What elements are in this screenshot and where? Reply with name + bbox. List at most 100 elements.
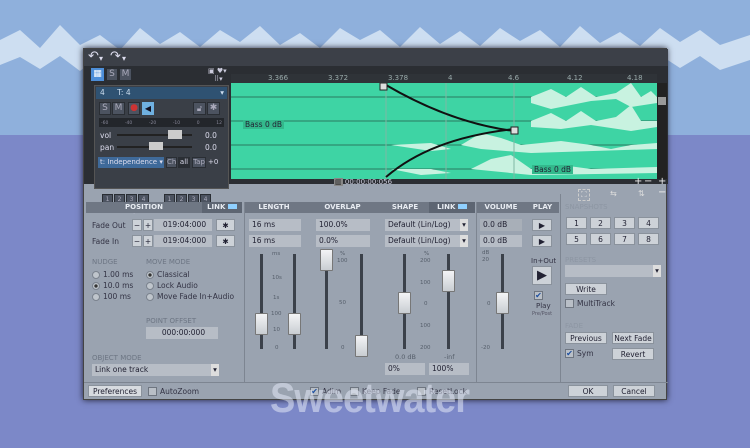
crossfade-waveform-view[interactable]: Bass 0 dB Bass 0 dB	[231, 82, 657, 179]
nudge-option[interactable]: 1.00 ms	[92, 269, 133, 280]
fade-in-plus-button[interactable]: +	[143, 235, 153, 247]
play-prepost-label: Pre/Post	[532, 311, 553, 317]
fade-out-shape-thumb[interactable]	[398, 292, 411, 314]
pan-value[interactable]: 0.0	[205, 143, 217, 152]
fade-out-minus-button[interactable]: −	[132, 219, 142, 231]
play-in-out-button[interactable]: ▶	[532, 266, 552, 285]
redo-icon[interactable]: ↷	[110, 49, 121, 65]
track-mode-dropdown[interactable]: t: Independence ▾	[98, 157, 164, 168]
mute-button[interactable]: M	[119, 68, 132, 81]
ok-button[interactable]: OK	[568, 385, 608, 397]
fade-out-plus-button[interactable]: +	[143, 219, 153, 231]
next-fade-button[interactable]: Next Fade	[612, 332, 654, 344]
tap-button[interactable]: Tap	[192, 157, 206, 168]
fade-in-snap-icon[interactable]: ✱	[216, 235, 235, 247]
snapshot-button-3[interactable]: 3	[614, 217, 635, 229]
fade-in-minus-button[interactable]: −	[132, 235, 142, 247]
grid-toggle-icon[interactable]: ▦	[91, 68, 104, 81]
sym-checkbox[interactable]: ✔ Sym	[565, 349, 594, 358]
fit-view-icon[interactable]: ⛶	[578, 189, 590, 201]
autozoom-checkbox[interactable]: AutoZoom	[148, 387, 199, 396]
pan-slider-thumb[interactable]	[149, 142, 163, 150]
overlap-in-thumb[interactable]	[355, 335, 368, 357]
fade-out-length-field[interactable]: 16 ms	[249, 219, 301, 231]
shape-in-percent-field[interactable]: 100%	[429, 363, 469, 375]
fade-out-position-field[interactable]: 019:04:000	[154, 219, 212, 231]
play-fade-out-button[interactable]: ▶	[532, 219, 552, 231]
nudge-option[interactable]: 100 ms	[92, 291, 133, 302]
fade-in-shape-dropdown[interactable]: Default (Lin/Log) ▾	[385, 235, 468, 247]
lock-icon[interactable]: ▣ ♥▾	[208, 67, 227, 75]
overlap-in-field[interactable]: 0.0%	[316, 235, 370, 247]
fade-in-volume-field[interactable]: 0.0 dB	[480, 235, 522, 247]
play-fade-in-button[interactable]: ▶	[532, 235, 552, 247]
multitrack-checkbox[interactable]: MultiTrack	[565, 299, 615, 308]
fade-in-length-thumb[interactable]	[288, 313, 301, 335]
fade-in-length-field[interactable]: 16 ms	[249, 235, 301, 247]
link-label: LINK	[207, 203, 226, 211]
move-mode-option[interactable]: Move Fade In+Audio	[146, 291, 234, 302]
all-button[interactable]: all	[178, 157, 190, 168]
divider	[560, 194, 561, 382]
shape-link-toggle[interactable]: LINK	[429, 202, 475, 213]
vol-slider-thumb[interactable]	[168, 130, 182, 139]
speaker-icon[interactable]: ◀	[142, 102, 154, 115]
fade-out-length-thumb[interactable]	[255, 313, 268, 335]
horizontal-fit-icon[interactable]: ⇆	[610, 189, 617, 198]
snapshot-button-2[interactable]: 2	[590, 217, 611, 229]
vertical-fit-icon[interactable]: ⇅	[638, 189, 645, 198]
write-preset-button[interactable]: Write	[565, 283, 607, 295]
overlap-out-thumb[interactable]	[320, 249, 333, 271]
fade-in-shape-thumb[interactable]	[442, 270, 455, 292]
ruler-tick: 3.366	[268, 74, 289, 82]
fade-out-snap-icon[interactable]: ✱	[216, 219, 235, 231]
track-solo-button[interactable]: S	[99, 102, 111, 115]
lock-icon[interactable]: 🔓︎	[193, 102, 206, 115]
play-prepost-checkbox[interactable]: ✔	[534, 291, 543, 300]
shape-out-percent-field[interactable]: 0%	[385, 363, 425, 375]
zoom-in-vertical-icon[interactable]: +	[658, 176, 666, 187]
revert-button[interactable]: Revert	[612, 348, 654, 360]
fade-out-volume-field[interactable]: 0.0 dB	[480, 219, 522, 231]
clip-label-right: Bass 0 dB	[532, 165, 574, 174]
solo-button[interactable]: S	[106, 68, 118, 81]
track-header[interactable]: 4 T: 4 ▾	[96, 87, 227, 99]
zoom-in-horizontal-icon[interactable]: +	[634, 176, 642, 187]
position-link-toggle[interactable]: LINK	[202, 202, 242, 213]
volume-thumb[interactable]	[496, 292, 509, 314]
fade-in-shape-slider[interactable]	[447, 254, 450, 349]
grid-menu-icon[interactable]: ⠿▾	[214, 75, 223, 83]
vertical-scrollbar[interactable]	[657, 83, 667, 179]
zoom-out-vertical-icon[interactable]: −	[658, 187, 666, 198]
overlap-out-field[interactable]: 100.0%	[316, 219, 370, 231]
move-mode-option[interactable]: Lock Audio	[146, 280, 234, 291]
undo-dropdown-icon[interactable]: ▾	[99, 51, 103, 67]
record-icon[interactable]: ●	[128, 102, 140, 115]
preferences-button[interactable]: Preferences	[88, 385, 142, 397]
ruler-tick: 4.12	[567, 74, 583, 82]
point-offset-field[interactable]: 000:00:000	[146, 327, 218, 339]
snapshot-button-5[interactable]: 5	[566, 233, 587, 245]
object-mode-dropdown[interactable]: Link one track ▾	[92, 364, 219, 376]
track-mute-button[interactable]: M	[112, 102, 125, 115]
previous-fade-button[interactable]: Previous	[565, 332, 607, 344]
nudge-option[interactable]: 10.0 ms	[92, 280, 133, 291]
presets-dropdown[interactable]: ▾	[565, 265, 661, 277]
zoom-out-horizontal-icon[interactable]: −	[644, 176, 652, 187]
fade-out-shape-dropdown[interactable]: Default (Lin/Log) ▾	[385, 219, 468, 231]
cancel-button[interactable]: Cancel	[613, 385, 655, 397]
length-header: LENGTH	[244, 202, 304, 213]
snapshot-button-1[interactable]: 1	[566, 217, 587, 229]
snapshot-button-8[interactable]: 8	[638, 233, 659, 245]
vol-value[interactable]: 0.0	[205, 131, 217, 140]
move-mode-option[interactable]: Classical	[146, 269, 234, 280]
snapshot-button-6[interactable]: 6	[590, 233, 611, 245]
snapshot-button-7[interactable]: 7	[614, 233, 635, 245]
channel-button[interactable]: Ch	[166, 157, 177, 168]
snapshot-button-4[interactable]: 4	[638, 217, 659, 229]
redo-dropdown-icon[interactable]: ▾	[122, 51, 126, 67]
fx-star-icon[interactable]: ✱	[207, 102, 220, 115]
undo-icon[interactable]: ↶	[88, 49, 99, 65]
fade-in-position-field[interactable]: 019:04:000	[154, 235, 212, 247]
chevron-down-icon[interactable]: ▾	[220, 87, 224, 99]
